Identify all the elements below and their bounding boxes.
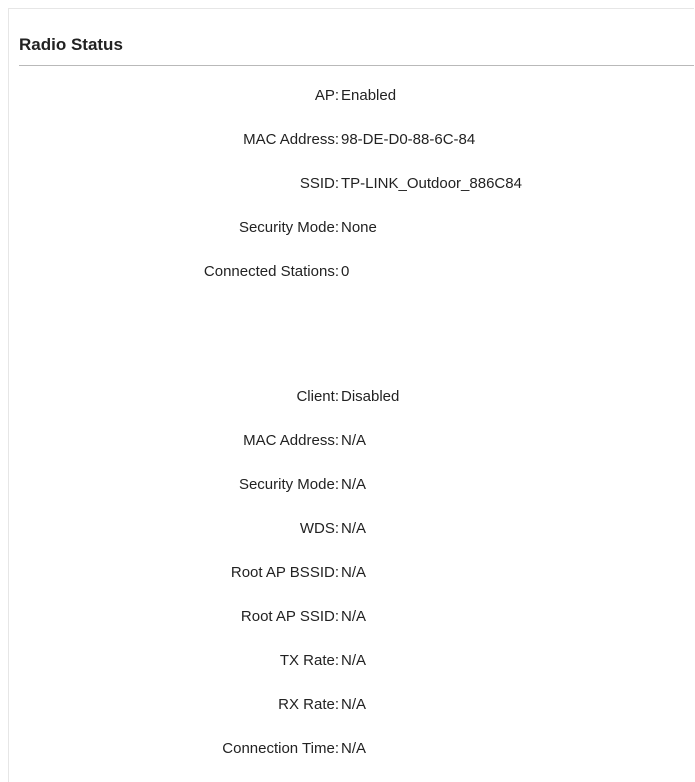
ap-label: AP: (314, 87, 339, 104)
ap-row: AP: Enabled (9, 85, 695, 107)
client-security-mode-value: N/A (341, 476, 367, 493)
ssid-row: SSID: TP-LINK_Outdoor_886C84 (9, 173, 695, 195)
ap-value: Enabled (341, 87, 397, 104)
rx-rate-value: N/A (341, 696, 367, 713)
client-security-mode-row: Security Mode: N/A (9, 474, 695, 496)
ap-security-mode-row: Security Mode: None (9, 217, 695, 239)
client-mac-address-label: MAC Address: (243, 432, 339, 449)
client-security-mode-label: Security Mode: (238, 476, 339, 493)
client-mac-address-row: MAC Address: N/A (9, 430, 695, 452)
client-mac-address-value: N/A (341, 432, 367, 449)
connection-time-label: Connection Time: (222, 740, 339, 757)
connection-time-row: Connection Time: N/A (9, 738, 695, 760)
ssid-label: SSID: (299, 175, 339, 192)
client-value: Disabled (341, 388, 400, 405)
root-ap-ssid-label: Root AP SSID: (240, 608, 339, 625)
root-ap-bssid-label: Root AP BSSID: (230, 564, 339, 581)
client-row: Client: Disabled (9, 386, 695, 408)
wds-label: WDS: (299, 520, 339, 537)
root-ap-bssid-value: N/A (341, 564, 367, 581)
rx-rate-label: RX Rate: (278, 696, 339, 713)
root-ap-ssid-row: Root AP SSID: N/A (9, 606, 695, 628)
ap-mac-address-row: MAC Address: 98-DE-D0-88-6C-84 (9, 129, 695, 151)
wds-value: N/A (341, 520, 367, 537)
rx-rate-row: RX Rate: N/A (9, 694, 695, 716)
client-label: Client: (296, 388, 339, 405)
ap-mac-address-value: 98-DE-D0-88-6C-84 (341, 131, 476, 148)
connected-stations-label: Connected Stations: (203, 263, 339, 280)
radio-status-panel: Radio Status AP: Enabled MAC Address: 98… (8, 8, 694, 782)
tx-rate-value: N/A (341, 652, 367, 669)
connected-stations-value: 0 (341, 263, 350, 280)
wds-row: WDS: N/A (9, 518, 695, 540)
ssid-value: TP-LINK_Outdoor_886C84 (341, 175, 522, 192)
panel-title: Radio Status (19, 35, 123, 54)
connected-stations-row: Connected Stations: 0 (9, 261, 695, 283)
title-divider (19, 65, 694, 66)
root-ap-bssid-row: Root AP BSSID: N/A (9, 562, 695, 584)
connection-time-value: N/A (341, 740, 367, 757)
root-ap-ssid-value: N/A (341, 608, 367, 625)
ap-mac-address-label: MAC Address: (243, 131, 339, 148)
tx-rate-row: TX Rate: N/A (9, 650, 695, 672)
tx-rate-label: TX Rate: (279, 652, 339, 669)
ap-security-mode-label: Security Mode: (238, 219, 339, 236)
ap-security-mode-value: None (341, 219, 377, 236)
